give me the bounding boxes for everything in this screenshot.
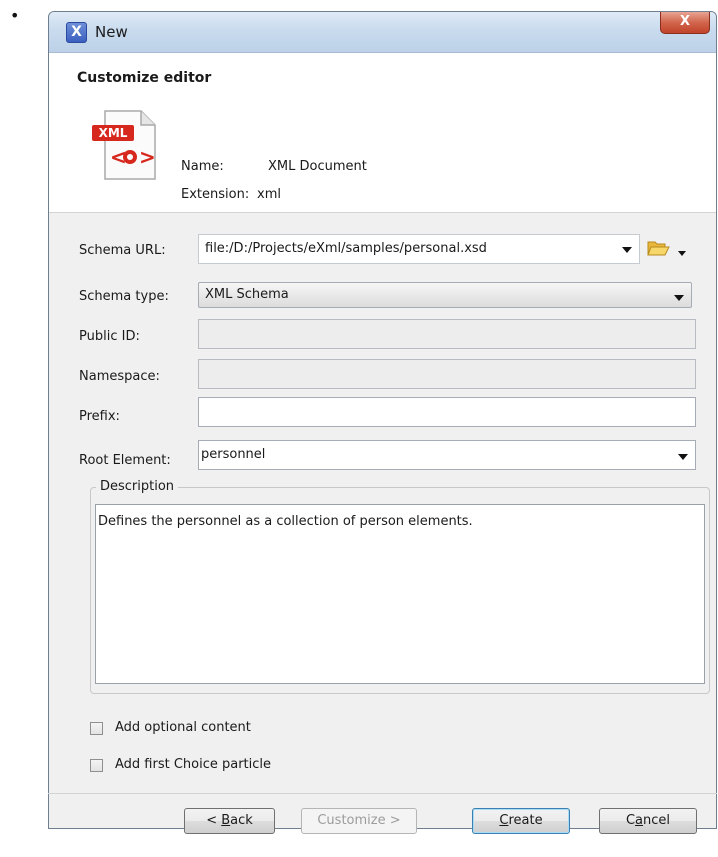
back-button-mnemonic: B (221, 813, 231, 828)
name-label: Name: (181, 159, 224, 174)
add-optional-content-checkbox[interactable] (90, 722, 103, 735)
namespace-label: Namespace: (79, 369, 160, 384)
xml-badge-text: XML (99, 126, 128, 140)
schema-url-combo[interactable]: file:/D:/Projects/eXml/samples/personal.… (198, 234, 640, 264)
xml-file-icon: XML < > (92, 110, 156, 180)
cancel-button-mnemonic: a (635, 813, 644, 828)
name-value: XML Document (268, 159, 367, 174)
prefix-field[interactable] (198, 397, 696, 427)
root-element-value: personnel (201, 447, 266, 462)
title-bar[interactable]: X New X (49, 12, 716, 53)
cancel-button-prefix: C (625, 813, 636, 828)
description-text: Defines the personnel as a collection of… (98, 514, 473, 529)
svg-text:>: > (139, 145, 156, 169)
back-button-prefix: < (206, 813, 222, 828)
schema-type-select[interactable]: XML Schema (198, 282, 692, 308)
browse-folder-icon[interactable] (646, 238, 670, 258)
extension-label: Extension: (181, 187, 250, 202)
page-title: Customize editor (77, 70, 212, 86)
root-element-dropdown-icon[interactable] (678, 454, 688, 460)
window-title: New (95, 23, 128, 41)
description-textarea[interactable]: Defines the personnel as a collection of… (95, 504, 705, 684)
prefix-label: Prefix: (79, 409, 120, 424)
cancel-button[interactable]: Cancel (599, 808, 697, 834)
new-dialog: X New X Customize editor XML < > Name: X… (48, 11, 717, 829)
app-logo-icon: X (66, 22, 87, 43)
root-element-combo[interactable]: personnel (198, 440, 696, 470)
header-panel: Customize editor XML < > Name: XML Docum… (49, 53, 716, 213)
schema-type-dropdown-icon[interactable] (674, 295, 684, 301)
public-id-label: Public ID: (79, 329, 140, 344)
root-element-label: Root Element: (79, 453, 171, 468)
add-first-choice-checkbox[interactable] (90, 759, 103, 772)
schema-url-label: Schema URL: (79, 243, 166, 258)
close-button[interactable]: X (660, 12, 710, 34)
extension-value: xml (257, 187, 281, 202)
schema-type-label: Schema type: (79, 289, 169, 304)
schema-url-value: file:/D:/Projects/eXml/samples/personal.… (205, 241, 487, 256)
cancel-button-rest: ncel (643, 813, 671, 828)
browse-menu-arrow-icon[interactable] (678, 251, 686, 256)
schema-type-value: XML Schema (205, 287, 289, 302)
back-button-rest: ack (230, 813, 253, 828)
public-id-field (198, 319, 696, 349)
namespace-field (198, 359, 696, 389)
schema-url-dropdown-icon[interactable] (622, 247, 632, 253)
back-button[interactable]: < Back (184, 808, 275, 834)
create-button[interactable]: Create (472, 808, 570, 834)
create-button-rest: reate (508, 813, 543, 828)
list-bullet: • (10, 6, 20, 25)
